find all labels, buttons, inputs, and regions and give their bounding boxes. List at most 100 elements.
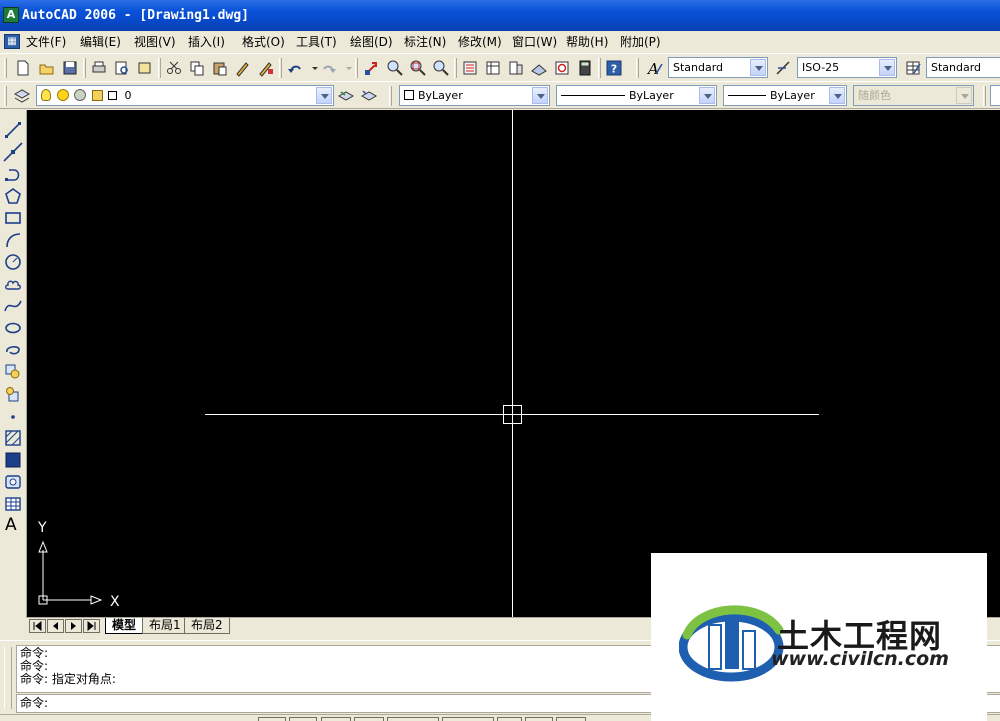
chevron-down-icon[interactable] <box>316 87 332 104</box>
properties-icon[interactable] <box>461 59 479 77</box>
layer-thaw-sun-icon[interactable] <box>56 89 69 101</box>
dimension-style-combo[interactable]: ISO-25 <box>797 57 897 78</box>
copy-icon[interactable] <box>188 59 206 77</box>
menu-insert[interactable]: 插入(I) <box>188 34 225 50</box>
match-properties-icon[interactable] <box>234 59 252 77</box>
design-center-icon[interactable] <box>484 59 502 77</box>
table-style-combo[interactable]: Standard <box>926 57 1000 78</box>
polygon-icon[interactable] <box>3 186 23 206</box>
tab-layout2[interactable]: 布局2 <box>184 618 230 634</box>
markup-set-manager-icon[interactable] <box>553 59 571 77</box>
text-style-icon[interactable]: A <box>646 59 664 77</box>
revision-cloud-icon[interactable] <box>3 274 23 294</box>
chevron-down-icon[interactable] <box>879 59 895 76</box>
lineweight-combo[interactable]: ByLayer <box>723 85 847 106</box>
table-style-icon[interactable] <box>904 59 922 77</box>
previous-tab-icon[interactable] <box>47 619 64 633</box>
make-block-icon[interactable] <box>3 384 23 404</box>
autocad-app-icon[interactable]: A <box>3 7 19 23</box>
gradient-icon[interactable] <box>3 450 23 470</box>
spline-icon[interactable] <box>3 296 23 316</box>
menu-express[interactable]: 附加(P) <box>620 34 661 50</box>
hatch-icon[interactable] <box>3 428 23 448</box>
menu-modify[interactable]: 修改(M) <box>458 34 502 50</box>
block-editor-icon[interactable] <box>257 59 275 77</box>
open-icon[interactable] <box>38 59 56 77</box>
point-icon[interactable] <box>3 406 23 426</box>
undo-icon[interactable] <box>286 59 304 77</box>
drawing-canvas[interactable]: Y X <box>27 110 1000 617</box>
next-toolbar-combo[interactable] <box>990 85 1000 106</box>
status-otrack-button[interactable] <box>442 717 494 721</box>
tab-model[interactable]: 模型 <box>105 618 144 634</box>
command-window-grip[interactable] <box>4 647 12 709</box>
sheet-set-manager-icon[interactable] <box>530 59 548 77</box>
menu-window[interactable]: 窗口(W) <box>512 34 557 50</box>
quickcalc-icon[interactable] <box>576 59 594 77</box>
multiline-text-icon[interactable]: A <box>5 515 17 535</box>
toolbar-grip[interactable] <box>983 86 986 106</box>
layer-on-bulb-icon[interactable] <box>41 89 51 101</box>
menu-draw[interactable]: 绘图(D) <box>350 34 393 50</box>
menu-file[interactable]: 文件(F) <box>26 34 66 50</box>
document-icon[interactable]: ▦ <box>4 34 20 49</box>
menu-edit[interactable]: 编辑(E) <box>80 34 121 50</box>
chevron-down-icon[interactable] <box>750 59 766 76</box>
toolbar-grip[interactable] <box>636 58 639 78</box>
dimension-style-icon[interactable] <box>775 59 793 77</box>
status-dyn-button[interactable] <box>497 717 522 721</box>
undo-dropdown-icon[interactable] <box>306 59 318 77</box>
plot-icon[interactable] <box>90 59 108 77</box>
layer-manager-icon[interactable] <box>13 87 31 105</box>
layer-previous-icon[interactable] <box>360 87 378 105</box>
layer-lock-icon[interactable] <box>91 89 103 101</box>
make-object-layer-current-icon[interactable] <box>337 87 355 105</box>
region-icon[interactable] <box>3 472 23 492</box>
layer-viewport-thaw-icon[interactable] <box>74 89 86 101</box>
redo-icon[interactable] <box>320 59 338 77</box>
status-lwt-button[interactable] <box>525 717 553 721</box>
table-icon[interactable] <box>3 494 23 514</box>
new-icon[interactable] <box>14 59 32 77</box>
plot-preview-icon[interactable] <box>113 59 131 77</box>
status-osnap-button[interactable] <box>387 717 439 721</box>
save-icon[interactable] <box>61 59 79 77</box>
circle-icon[interactable] <box>3 252 23 272</box>
chevron-down-icon[interactable] <box>699 87 715 104</box>
status-ortho-button[interactable] <box>321 717 351 721</box>
pan-icon[interactable] <box>363 59 381 77</box>
help-icon[interactable]: ? <box>605 59 623 77</box>
paste-icon[interactable] <box>211 59 229 77</box>
menu-tools[interactable]: 工具(T) <box>296 34 337 50</box>
tool-palettes-icon[interactable] <box>507 59 525 77</box>
arc-icon[interactable] <box>3 230 23 250</box>
toolbar-grip[interactable] <box>389 86 392 106</box>
menu-dimension[interactable]: 标注(N) <box>404 34 446 50</box>
status-snap-button[interactable] <box>258 717 286 721</box>
chevron-down-icon[interactable] <box>829 87 845 104</box>
color-combo[interactable]: ByLayer <box>399 85 550 106</box>
tab-layout1[interactable]: 布局1 <box>142 618 188 634</box>
cut-icon[interactable] <box>165 59 183 77</box>
polyline-icon[interactable] <box>3 164 23 184</box>
menu-format[interactable]: 格式(O) <box>242 34 285 50</box>
text-style-combo[interactable]: Standard <box>668 57 768 78</box>
first-tab-icon[interactable] <box>29 619 46 633</box>
zoom-window-icon[interactable] <box>409 59 427 77</box>
linetype-combo[interactable]: ByLayer <box>556 85 717 106</box>
last-tab-icon[interactable] <box>83 619 100 633</box>
insert-block-icon[interactable] <box>3 362 23 382</box>
publish-icon[interactable] <box>136 59 154 77</box>
ellipse-arc-icon[interactable] <box>3 340 23 360</box>
line-icon[interactable] <box>3 120 23 140</box>
next-tab-icon[interactable] <box>65 619 82 633</box>
construction-line-icon[interactable] <box>3 142 23 162</box>
menu-help[interactable]: 帮助(H) <box>566 34 608 50</box>
menu-view[interactable]: 视图(V) <box>134 34 176 50</box>
status-grid-button[interactable] <box>289 717 317 721</box>
toolbar-grip[interactable] <box>4 58 7 78</box>
status-polar-button[interactable] <box>354 717 384 721</box>
redo-dropdown-icon[interactable] <box>340 59 352 77</box>
rectangle-icon[interactable] <box>3 208 23 228</box>
layer-combo[interactable]: 0 <box>36 85 334 106</box>
